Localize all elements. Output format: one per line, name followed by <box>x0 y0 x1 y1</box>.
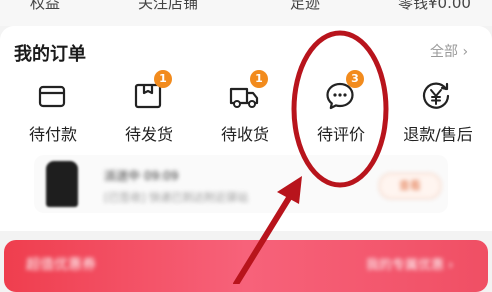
order-tile-refund-aftersales[interactable]: 退款/售后 <box>392 70 482 150</box>
banner-left-text: 超值优惠券 <box>26 257 96 273</box>
wallet-card-icon <box>38 85 66 108</box>
all-orders-link[interactable]: 全部 › <box>430 41 468 61</box>
order-tile-pending-payment[interactable]: 待付款 <box>8 70 98 150</box>
pending-shipment-count-badge: 1 <box>154 70 172 88</box>
order-tile-label: 退款/售后 <box>403 125 473 144</box>
top-strip: 权益 关注店铺 足迹 零钱¥0.00 <box>0 0 492 26</box>
orders-title: 我的订单 <box>14 44 86 65</box>
order-tile-pending-review[interactable]: 3 待评价 <box>296 70 386 150</box>
order-tile-label: 待发货 <box>124 125 173 144</box>
top-item-rights[interactable]: 权益 <box>30 0 60 13</box>
order-tile-label: 待付款 <box>28 125 77 144</box>
promo-banner[interactable]: 超值优惠券 我的专属优惠 › <box>4 240 488 292</box>
top-item-balance[interactable]: 零钱¥0.00 <box>398 0 471 13</box>
top-item-footprints[interactable]: 足迹 <box>290 0 320 13</box>
order-tile-label: 待评价 <box>316 125 365 144</box>
shipment-detail-text: [已签收] 快递已到达附近驿站 <box>104 191 249 204</box>
banner-right-text: 我的专属优惠 › <box>366 258 454 273</box>
order-preview-row[interactable]: 派送中 09:09 [已签收] 快递已到达附近驿站 查看 <box>34 155 448 213</box>
shipment-status-text: 派送中 09:09 <box>104 169 179 183</box>
order-tile-pending-receipt[interactable]: 1 待收货 <box>200 70 290 150</box>
pending-receipt-count-badge: 1 <box>250 70 268 88</box>
refund-yen-icon <box>422 82 450 109</box>
product-thumbnail <box>46 161 78 207</box>
preview-action-button[interactable]: 查看 <box>379 173 441 199</box>
top-item-followed-shops[interactable]: 关注店铺 <box>138 0 198 13</box>
order-tile-label: 待收货 <box>220 125 269 144</box>
order-tile-pending-shipment[interactable]: 1 待发货 <box>104 70 194 150</box>
pending-review-count-badge: 3 <box>346 70 364 88</box>
